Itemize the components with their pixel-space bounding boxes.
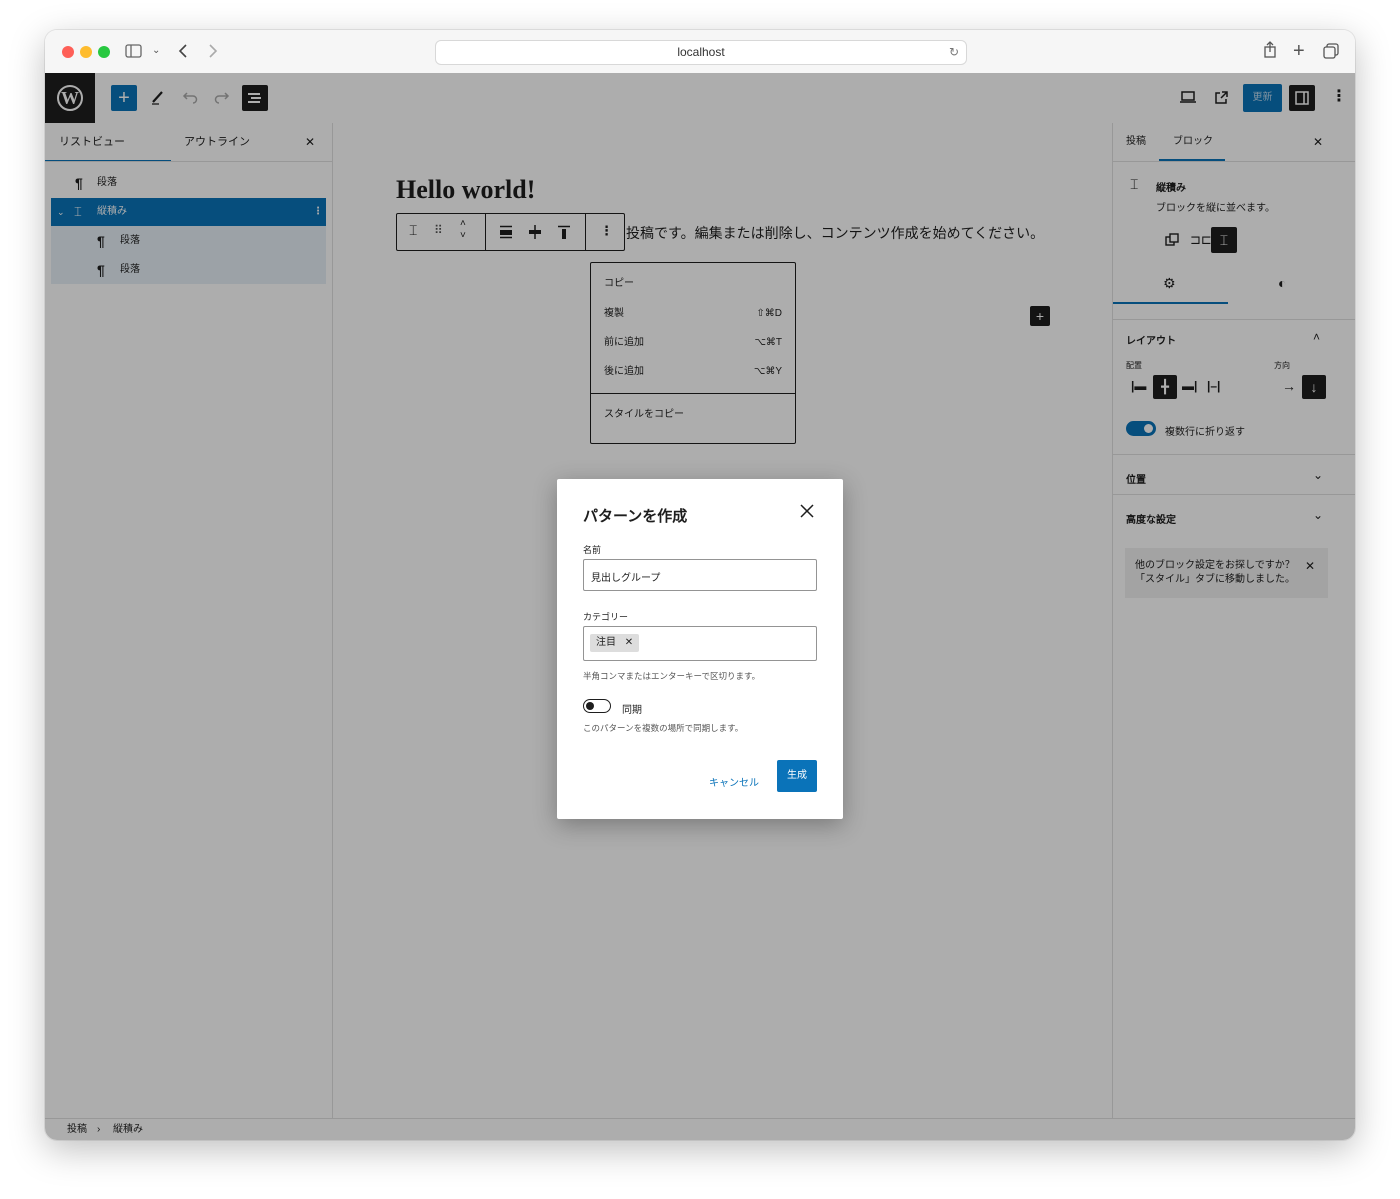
modal-overlay[interactable]: パターンを作成 名前 見出しグループ カテゴリー 注目 ✕ 半角コンマまたはエン… [45, 73, 1355, 1140]
name-field[interactable]: 見出しグループ [583, 559, 817, 591]
close-window-button[interactable] [62, 46, 74, 58]
url-bar[interactable]: localhost ↻ [435, 40, 967, 65]
forward-icon[interactable] [208, 44, 218, 63]
category-chip-label: 注目 [596, 637, 616, 648]
browser-window: ⌄ localhost ↻ + W + 更新 ⋮ リストビュー アウトライン ✕… [45, 30, 1355, 1140]
share-icon[interactable] [1263, 41, 1277, 64]
sync-label: 同期 [622, 705, 642, 716]
category-label: カテゴリー [583, 612, 629, 622]
category-help: 半角コンマまたはエンターキーで区切ります。 [583, 671, 761, 681]
url-text: localhost [677, 45, 725, 59]
category-chip: 注目 ✕ [590, 634, 640, 652]
cancel-button[interactable]: キャンセル [709, 769, 759, 799]
reload-icon[interactable]: ↻ [949, 41, 959, 64]
modal-title: パターンを作成 [583, 508, 688, 525]
sidebar-toggle-icon[interactable] [125, 43, 143, 64]
browser-titlebar: ⌄ localhost ↻ + [45, 30, 1355, 74]
name-value: 見出しグループ [591, 573, 661, 584]
new-tab-icon[interactable]: + [1293, 41, 1305, 61]
chevron-down-icon[interactable]: ⌄ [152, 41, 160, 61]
create-pattern-modal: パターンを作成 名前 見出しグループ カテゴリー 注目 ✕ 半角コンマまたはエン… [557, 479, 843, 819]
minimize-window-button[interactable] [80, 46, 92, 58]
create-button[interactable]: 生成 [777, 760, 817, 792]
sync-help: このパターンを複数の場所で同期します。 [583, 723, 744, 733]
name-label: 名前 [583, 545, 602, 555]
category-field[interactable]: 注目 ✕ [583, 626, 817, 661]
remove-chip-icon[interactable]: ✕ [625, 637, 633, 648]
tabs-overview-icon[interactable] [1323, 43, 1339, 64]
zoom-window-button[interactable] [98, 46, 110, 58]
back-icon[interactable] [178, 44, 188, 63]
sync-toggle[interactable] [583, 699, 611, 713]
close-icon[interactable] [799, 503, 815, 523]
